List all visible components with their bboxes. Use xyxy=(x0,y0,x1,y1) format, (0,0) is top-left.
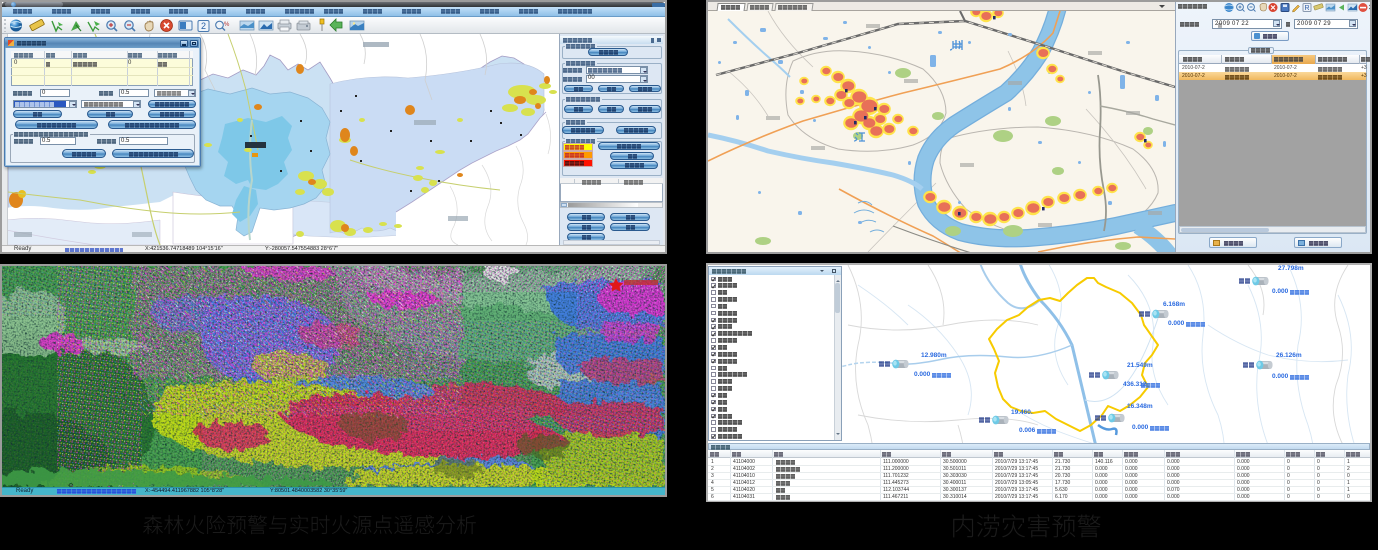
svg-text:R: R xyxy=(1304,5,1309,12)
svg-text:2: 2 xyxy=(201,21,206,31)
svg-text:%: % xyxy=(224,22,230,28)
